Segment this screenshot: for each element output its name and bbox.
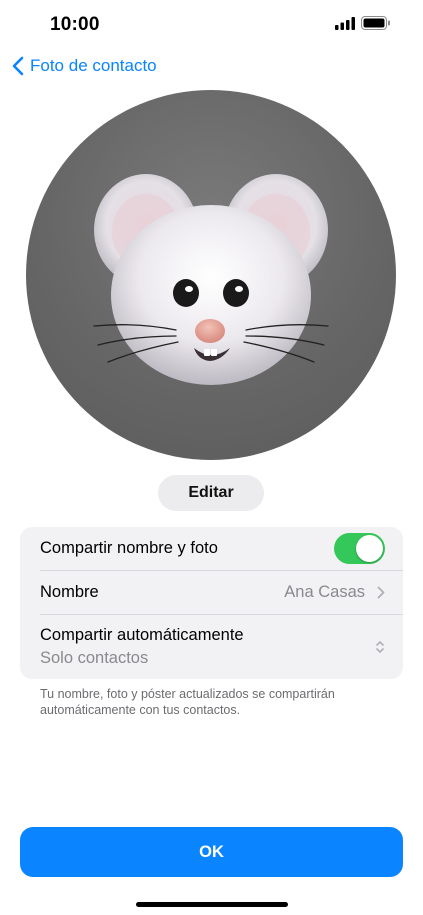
toggle-knob [356, 535, 383, 562]
back-label: Foto de contacto [30, 56, 157, 75]
name-value: Ana Casas [284, 583, 365, 601]
auto-share-value: Solo contactos [40, 649, 149, 667]
edit-button[interactable]: Editar [158, 475, 264, 511]
auto-share-label: Compartir automáticamente [40, 626, 244, 644]
cellular-signal-icon [335, 16, 355, 30]
mouse-memoji-icon [93, 174, 329, 385]
battery-icon [361, 16, 390, 30]
name-label: Nombre [40, 583, 99, 601]
status-bar: 10:00 [0, 0, 423, 50]
share-name-photo-toggle[interactable] [334, 533, 385, 564]
back-button[interactable]: Foto de contacto [12, 56, 157, 76]
chevron-up-down-icon [376, 641, 384, 653]
share-name-photo-row[interactable]: Compartir nombre y foto [20, 527, 403, 570]
ok-button[interactable]: OK [20, 827, 403, 877]
chevron-right-icon [377, 586, 385, 599]
share-name-photo-label: Compartir nombre y foto [40, 539, 218, 557]
auto-share-row[interactable]: Compartir automáticamente Solo contactos [20, 615, 403, 679]
settings-group: Compartir nombre y foto Nombre Ana Casas… [20, 527, 403, 679]
name-row[interactable]: Nombre Ana Casas [20, 571, 403, 614]
home-indicator [136, 902, 288, 907]
status-icons [335, 16, 391, 30]
status-time: 10:00 [50, 14, 100, 35]
footnote: Tu nombre, foto y póster actualizados se… [40, 687, 335, 717]
contact-photo [26, 90, 396, 460]
navigation-bar: Foto de contacto [0, 56, 423, 82]
chevron-left-icon [12, 56, 24, 76]
